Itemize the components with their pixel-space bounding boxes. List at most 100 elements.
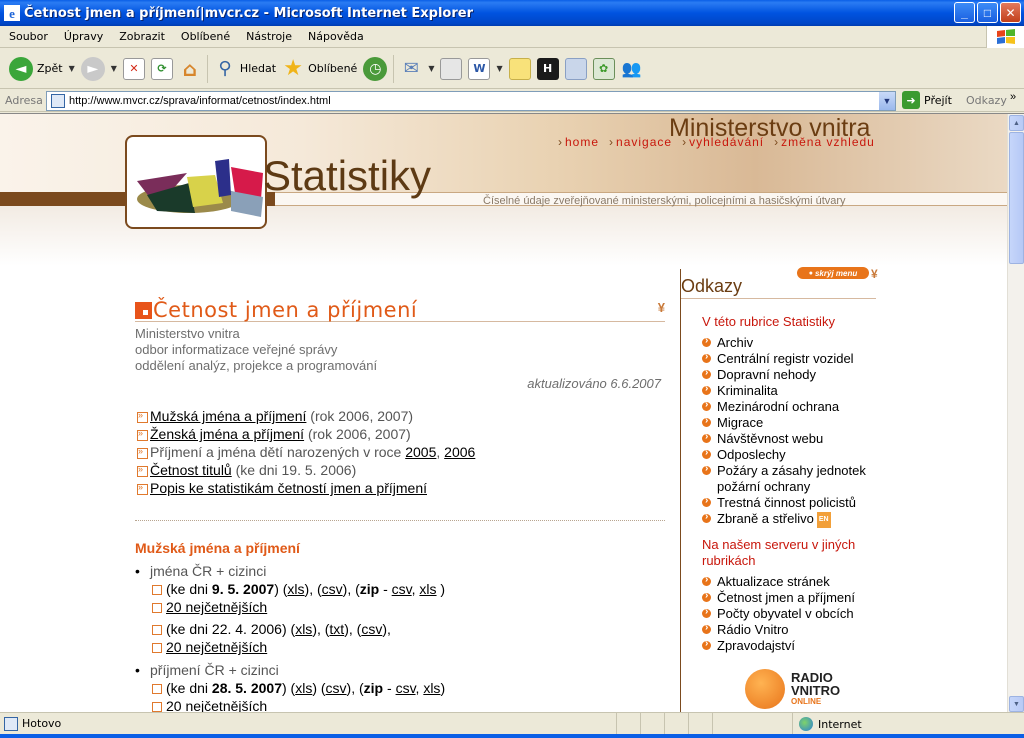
zip-csv-link[interactable]: csv: [392, 581, 412, 597]
sidebar-item-archiv[interactable]: Archiv: [702, 333, 882, 351]
statistics-logo[interactable]: [125, 135, 267, 229]
menu-zobrazit[interactable]: Zobrazit: [110, 30, 172, 43]
toc-link-female[interactable]: Ženská jména a příjmení: [150, 426, 304, 442]
mail-icon: ✉: [403, 58, 419, 79]
print-button[interactable]: [437, 52, 465, 86]
research-button[interactable]: [562, 52, 590, 86]
nav-navigace[interactable]: navigace: [609, 135, 672, 149]
back-arrow-icon: ◄: [9, 56, 33, 81]
notes-button[interactable]: [506, 52, 534, 86]
edit-button[interactable]: W ▼: [465, 52, 505, 86]
top20-link[interactable]: 20 nejčetnějších: [166, 639, 267, 655]
sidebar-item-aktualizace[interactable]: Aktualizace stránek: [702, 572, 882, 590]
sidebar-item-kriminalita[interactable]: Kriminalita: [702, 381, 882, 399]
back-dropdown-icon[interactable]: ▼: [69, 64, 75, 73]
pie-chart-logo-icon: [137, 159, 263, 217]
maximize-button[interactable]: □: [977, 2, 998, 23]
dotted-divider: [135, 520, 665, 521]
address-url[interactable]: http://www.mvcr.cz/sprava/informat/cetno…: [69, 95, 331, 107]
sidebar-item-mezinarodni-ochrana[interactable]: Mezinárodní ochrana: [702, 397, 882, 415]
sidebar-item-pozary[interactable]: Požáry a zásahy jednotek požární ochrany: [702, 461, 882, 495]
menu-oblibene[interactable]: Oblíbené: [172, 30, 237, 43]
toc-link-male[interactable]: Mužská jména a příjmení: [150, 408, 306, 424]
sidebar-item-dopravni-nehody[interactable]: Dopravní nehody: [702, 365, 882, 383]
h-button[interactable]: H: [534, 52, 562, 86]
menu-nastroje[interactable]: Nástroje: [237, 30, 299, 43]
refresh-icon: ⟳: [150, 57, 173, 80]
sidebar-item-cetnost[interactable]: Četnost jmen a příjmení: [702, 588, 882, 606]
close-button[interactable]: ✕: [1000, 2, 1021, 23]
csv-link[interactable]: csv: [326, 680, 347, 696]
top20-link[interactable]: 20 nejčetnějších: [166, 698, 267, 712]
links-label[interactable]: Odkazy: [966, 94, 1007, 107]
sidebar-item-navstevnost[interactable]: Návštěvnost webu: [702, 429, 882, 447]
menu-soubor[interactable]: Soubor: [0, 30, 55, 43]
sidebar-item-migrace[interactable]: Migrace: [702, 413, 882, 431]
sidebar-item-pocty-obyvatel[interactable]: Počty obyvatel v obcích: [702, 604, 882, 622]
row-text: ): [440, 680, 446, 696]
edit-dropdown-icon[interactable]: ▼: [496, 64, 502, 73]
nav-home[interactable]: home: [558, 135, 599, 149]
row-text: ), (: [312, 621, 330, 637]
back-button[interactable]: ◄ Zpět ▼: [6, 52, 78, 86]
toc-link-2005[interactable]: 2005: [405, 444, 436, 460]
forward-dropdown-icon[interactable]: ▼: [111, 64, 117, 73]
forward-button[interactable]: ► ▼: [78, 52, 120, 86]
refresh-button[interactable]: ⟳: [148, 52, 176, 86]
minimize-button[interactable]: _: [954, 2, 975, 23]
sidebar-item-zpravodajstvi[interactable]: Zpravodajství: [702, 636, 882, 654]
search-label: Hledat: [239, 62, 277, 75]
zip-xls-link[interactable]: xls: [423, 680, 440, 696]
stop-button[interactable]: ✕: [120, 52, 148, 86]
home-button[interactable]: ⌂: [176, 52, 204, 86]
toc-text: Příjmení a jména dětí narozených v roce: [150, 444, 406, 460]
sidebar-item-odposlechy[interactable]: Odposlechy: [702, 445, 882, 463]
zip-xls-link[interactable]: xls: [419, 581, 436, 597]
menu-upravy[interactable]: Úpravy: [55, 30, 110, 43]
sidebar-item-zbrane[interactable]: Zbraně a střelivo EN: [702, 509, 882, 528]
address-bar: Adresa http://www.mvcr.cz/sprava/informa…: [0, 90, 1024, 112]
status-divider: [616, 713, 617, 735]
en-badge[interactable]: EN: [816, 511, 831, 528]
zip-csv-link[interactable]: csv: [396, 680, 416, 696]
toolbar-separator: [393, 54, 395, 83]
address-input[interactable]: http://www.mvcr.cz/sprava/informat/cetno…: [46, 91, 896, 111]
messenger-button[interactable]: 👥: [618, 52, 646, 86]
favorites-button[interactable]: ★ Oblíbené: [279, 52, 360, 86]
scroll-thumb[interactable]: [1009, 132, 1024, 264]
toc-link-titles[interactable]: Četnost titulů: [150, 462, 232, 478]
icq-button[interactable]: ✿: [590, 52, 618, 86]
txt-link[interactable]: txt: [329, 621, 344, 637]
menu-napoveda[interactable]: Nápověda: [299, 30, 371, 43]
row-text: ), (: [344, 621, 362, 637]
search-icon: ⚲: [218, 58, 232, 79]
mail-dropdown-icon[interactable]: ▼: [428, 64, 434, 73]
radio-vnitro-logo[interactable]: RADIO VNITRO ONLINE: [745, 669, 855, 712]
collapse-chevron-icon[interactable]: ¥: [658, 300, 665, 315]
xls-link[interactable]: xls: [295, 621, 312, 637]
nav-zmena-vzhledu[interactable]: změna vzhledu: [774, 135, 875, 149]
vertical-scrollbar[interactable]: ▲ ▼: [1007, 114, 1024, 712]
csv-link[interactable]: csv: [322, 581, 343, 597]
mail-button[interactable]: ✉ ▼: [397, 52, 437, 86]
sidebar-item-registr-vozidel[interactable]: Centrální registr vozidel: [702, 349, 882, 367]
nav-vyhledavani[interactable]: vyhledávání: [682, 135, 764, 149]
sidebar-item-radio-vnitro[interactable]: Rádio Vnitro: [702, 620, 882, 638]
links-more-icon[interactable]: »: [1010, 91, 1016, 103]
xls-link[interactable]: xls: [295, 680, 312, 696]
menu-bar: Soubor Úpravy Zobrazit Oblíbené Nástroje…: [0, 26, 1024, 48]
toc-link-description[interactable]: Popis ke statistikám četností jmen a pří…: [150, 480, 427, 496]
toc-link-2006[interactable]: 2006: [444, 444, 475, 460]
history-button[interactable]: ◷: [360, 52, 390, 86]
sidebar-item-trestna-cinnost[interactable]: Trestná činnost policistů: [702, 493, 882, 511]
top20-link[interactable]: 20 nejčetnějších: [166, 599, 267, 615]
csv-link[interactable]: csv: [361, 621, 382, 637]
address-dropdown-icon[interactable]: ▼: [879, 92, 895, 110]
search-button[interactable]: ⚲ Hledat: [211, 52, 279, 86]
scroll-up-button[interactable]: ▲: [1009, 115, 1024, 131]
scroll-down-button[interactable]: ▼: [1009, 696, 1024, 712]
go-button[interactable]: ➜ Přejít: [902, 91, 952, 109]
toolbar: ◄ Zpět ▼ ► ▼ ✕ ⟳ ⌂ ⚲ Hledat ★ Oblíbené ◷…: [0, 49, 1024, 89]
xls-link[interactable]: xls: [287, 581, 304, 597]
radio-logo-text: RADIO VNITRO: [791, 671, 840, 697]
